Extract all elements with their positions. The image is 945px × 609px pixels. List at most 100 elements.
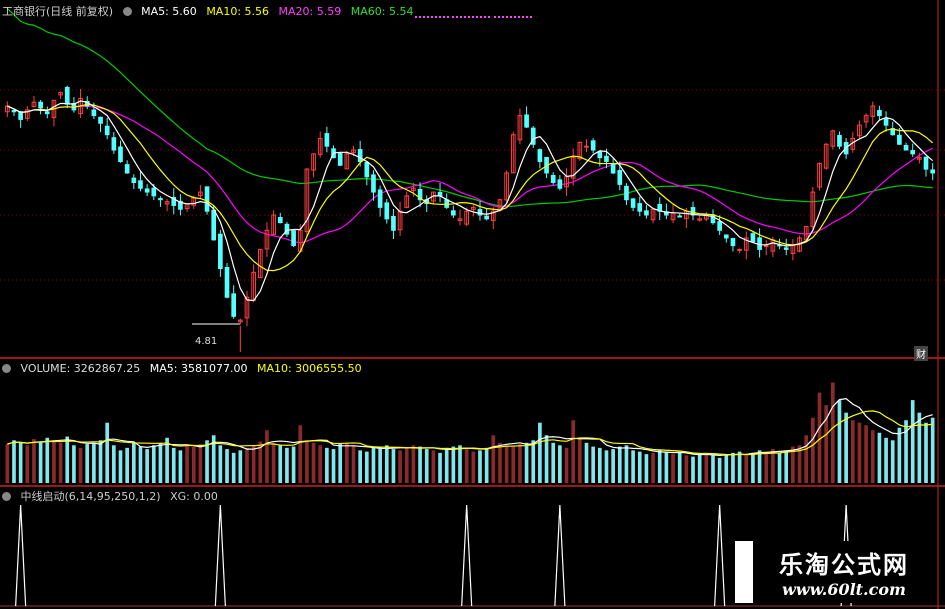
candle-body (610, 163, 616, 174)
volume-bar (451, 446, 456, 483)
volume-bar (265, 430, 269, 483)
signal-spike (714, 504, 726, 607)
candle-body (677, 215, 683, 218)
ma10-label: MA10: 5.56 (206, 5, 270, 18)
volume-bar (904, 420, 908, 483)
volume-bar (484, 447, 489, 483)
candle-body (391, 215, 396, 231)
volume-bar (890, 440, 895, 483)
chart-title: 工商银行(日线 前复权) (2, 5, 114, 18)
candle-body (124, 164, 130, 174)
candle-body (524, 114, 529, 128)
volume-bars (5, 382, 935, 483)
volume-bar (145, 449, 149, 483)
volume-bar (78, 447, 83, 483)
volume-bar (717, 457, 722, 483)
candle-body (550, 174, 556, 183)
volume-bar (677, 452, 682, 483)
volume-bar (784, 450, 789, 483)
candle-body (91, 109, 97, 117)
volume-bar (617, 446, 622, 483)
candle-body (451, 210, 456, 216)
candle-body (204, 186, 210, 212)
volume-bar (325, 447, 329, 483)
watermark-logo: 乐淘公式网 www.60lt.com (735, 541, 935, 603)
volume-bar (411, 445, 416, 483)
candle-body (877, 110, 882, 117)
candle-body (630, 198, 636, 208)
volume-bar (384, 445, 389, 483)
volume-bar (291, 446, 296, 483)
volume-bar (358, 450, 362, 483)
volume-settings-icon[interactable] (2, 364, 11, 373)
candle-body (590, 140, 596, 151)
indicator-settings-icon[interactable] (2, 492, 11, 501)
candle-body (291, 230, 296, 247)
candle-body (384, 202, 390, 220)
volume-bar (378, 446, 382, 483)
candle-body (644, 210, 649, 216)
volume-bar (897, 427, 902, 483)
fin-badge[interactable]: 财 (914, 346, 928, 361)
volume-bar (711, 455, 715, 483)
volume-bar (657, 450, 662, 483)
candle-body (783, 247, 789, 250)
settings-icon[interactable] (122, 7, 132, 16)
volume-bar (305, 440, 309, 483)
volume-bar (431, 450, 436, 483)
signal-spike (554, 504, 566, 607)
volume-bar (930, 417, 935, 483)
volume-bar (584, 442, 589, 483)
candle-body (44, 111, 50, 115)
volume-bar (777, 452, 782, 483)
candle-body (144, 188, 150, 193)
volume-bar (298, 425, 303, 483)
candle-body (717, 221, 722, 231)
volume-bar (191, 446, 196, 483)
candle-body (224, 267, 230, 298)
candle-body (231, 293, 237, 317)
candle-body (357, 149, 363, 162)
volume-bar (870, 430, 875, 483)
watermark-url: www.60lt.com (782, 580, 906, 599)
volume-bar (597, 447, 602, 483)
watermark-title: 乐淘公式网 (779, 551, 909, 579)
price-header: 工商银行(日线 前复权) MA5: 5.60 MA10: 5.56 MA20: … (2, 3, 419, 19)
volume-bar (458, 445, 462, 483)
candle-body (371, 174, 376, 193)
candle-body (218, 233, 223, 270)
volume-bar (771, 449, 775, 483)
volume-bar (478, 450, 482, 483)
volume-bar (424, 449, 429, 483)
candle-body (723, 234, 729, 239)
volume-bar (98, 440, 103, 483)
volume-bar (464, 449, 469, 483)
candle-body (131, 177, 137, 183)
candle-body (763, 245, 769, 248)
volume-bar (271, 442, 276, 483)
ma20-label: MA20: 5.59 (278, 5, 342, 18)
volume-bar (691, 456, 695, 483)
candle-body (444, 199, 450, 208)
volume-bar (65, 436, 70, 483)
candle-body (637, 203, 643, 212)
volume-bar (731, 452, 735, 483)
volume-bar (251, 445, 256, 483)
volume-bar (578, 437, 582, 483)
volume-bar (877, 432, 882, 483)
volume-bar (664, 451, 669, 483)
ma60-line (6, 8, 933, 208)
candle-body (737, 248, 742, 251)
signal-spike (214, 504, 226, 607)
volume-bar (58, 442, 63, 483)
volume-bar (671, 454, 675, 483)
volume-bar (804, 435, 809, 483)
candle-body (584, 145, 589, 148)
volume-bar (651, 452, 655, 483)
stock-chart[interactable] (0, 0, 945, 609)
volume-bar (697, 454, 702, 483)
volume-bar (151, 445, 156, 483)
volume-bar (864, 425, 868, 483)
candle-body (151, 187, 157, 197)
volume-bar (504, 445, 509, 483)
